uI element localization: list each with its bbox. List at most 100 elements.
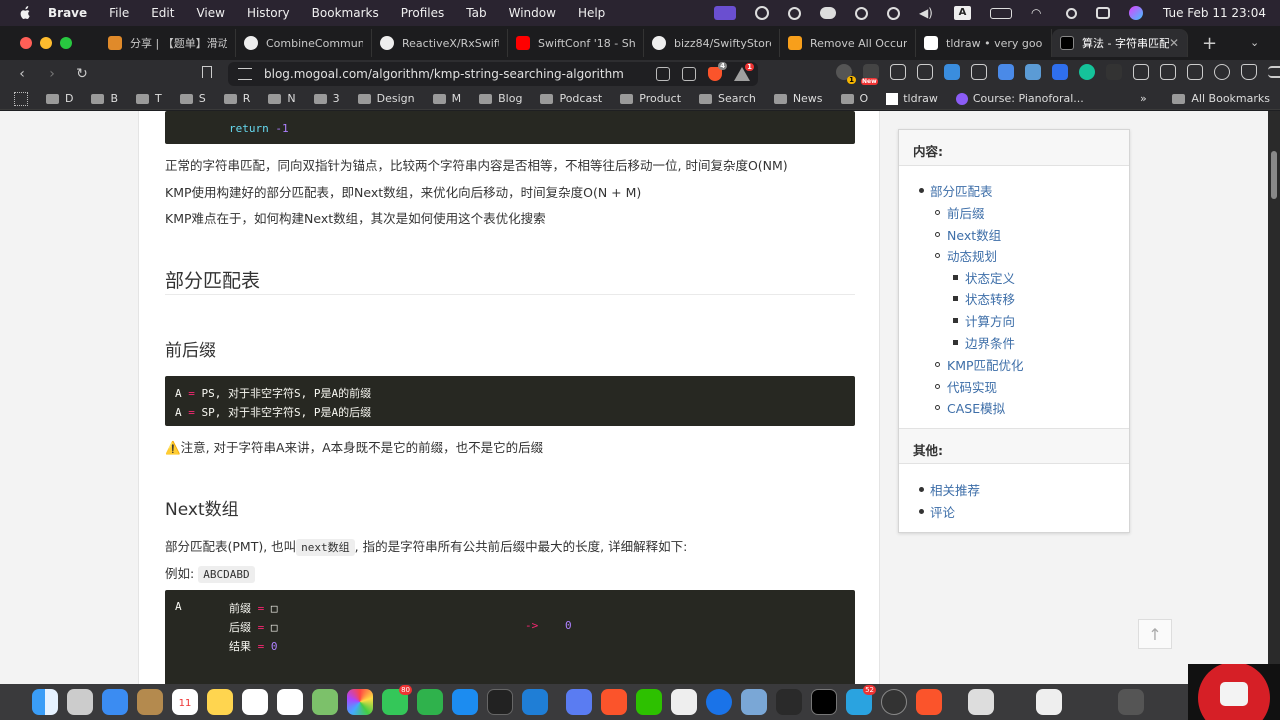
back-icon[interactable]: ‹ — [14, 66, 30, 82]
wallet-icon[interactable] — [1187, 64, 1203, 80]
menu-profiles[interactable]: Profiles — [401, 6, 445, 20]
finder-icon[interactable] — [32, 689, 58, 715]
creative-cloud-icon[interactable] — [754, 6, 769, 20]
messages-icon[interactable]: 80 — [382, 685, 412, 715]
capcut-icon[interactable] — [811, 689, 837, 715]
toc-item-comments[interactable]: 评论 — [930, 502, 955, 521]
reader-mode-icon[interactable] — [656, 67, 670, 81]
menu-edit[interactable]: Edit — [151, 6, 174, 20]
activity-icon[interactable] — [881, 689, 907, 715]
facetime-icon[interactable] — [417, 689, 443, 715]
scrollbar-thumb[interactable] — [1271, 151, 1277, 199]
bookmark-folder-s[interactable]: S — [179, 92, 206, 105]
bookmark-page-icon[interactable] — [202, 66, 212, 78]
calendar-icon[interactable]: 11 — [172, 689, 198, 715]
vscode-icon[interactable] — [522, 689, 548, 715]
tab-share[interactable]: 分享 | 【题单】滑动窗 — [100, 29, 236, 57]
bookmark-tldraw[interactable]: tldraw — [886, 92, 938, 105]
bookmark-folder-3[interactable]: 3 — [313, 92, 340, 105]
siri-icon[interactable] — [1128, 6, 1143, 20]
url-text[interactable]: blog.mogoal.com/algorithm/kmp-string-sea… — [264, 67, 624, 81]
tab-combinecommunity[interactable]: CombineCommunity — [236, 29, 372, 57]
trash-icon[interactable] — [1118, 689, 1144, 715]
bookmark-folder-r[interactable]: R — [223, 92, 250, 105]
location-app-icon[interactable] — [706, 689, 732, 715]
preview-icon[interactable] — [741, 689, 767, 715]
toc-item-case[interactable]: CASE模拟 — [947, 398, 1005, 417]
brave-beta-icon[interactable] — [916, 689, 942, 715]
screen-share-icon[interactable] — [713, 6, 736, 20]
extension-notion-icon[interactable] — [917, 64, 933, 80]
toc-item-kmp-opt[interactable]: KMP匹配优化 — [947, 355, 1024, 374]
toc-item-next-array[interactable]: Next数组 — [947, 225, 1001, 244]
battery-icon[interactable] — [989, 7, 1012, 19]
toc-item-code[interactable]: 代码实现 — [947, 377, 997, 396]
bookmark-folder-m[interactable]: M — [432, 92, 461, 105]
tab-remove-all[interactable]: Remove All Occurre — [780, 29, 916, 57]
extension-flow-icon[interactable] — [944, 64, 960, 80]
close-tab-icon[interactable]: ✕ — [1169, 36, 1179, 50]
app-store-icon[interactable] — [452, 689, 478, 715]
toc-item-boundary[interactable]: 边界条件 — [965, 333, 1015, 352]
toc-item-partial-match[interactable]: 部分匹配表 — [930, 181, 993, 200]
screenshot-icon[interactable] — [968, 689, 994, 715]
extension-k-icon[interactable] — [1052, 64, 1068, 80]
toc-item-direction[interactable]: 计算方向 — [965, 311, 1015, 330]
close-window-button[interactable] — [20, 37, 32, 49]
menu-bookmarks[interactable]: Bookmarks — [312, 6, 379, 20]
maps-icon[interactable] — [312, 689, 338, 715]
bookmark-folder-design[interactable]: Design — [357, 92, 415, 105]
app-menu-brave[interactable]: Brave — [48, 6, 87, 20]
bookmark-folder-d[interactable]: D — [46, 92, 73, 105]
extension-a-icon[interactable]: 1 — [836, 64, 856, 84]
downloads-folder-icon[interactable] — [1036, 689, 1062, 715]
infuse-icon[interactable] — [776, 689, 802, 715]
wifi-icon[interactable]: ◠ — [1031, 6, 1047, 20]
new-tab-button[interactable]: + — [1202, 33, 1217, 54]
arc-icon[interactable] — [566, 689, 592, 715]
scroll-to-top-button[interactable]: ↑ — [1138, 619, 1172, 649]
toc-item-state-def[interactable]: 状态定义 — [965, 268, 1015, 287]
menu-history[interactable]: History — [247, 6, 290, 20]
extension-new-icon[interactable]: New — [861, 64, 879, 85]
bookmark-folder-search[interactable]: Search — [699, 92, 756, 105]
bookmark-folder-product[interactable]: Product — [620, 92, 681, 105]
menu-view[interactable]: View — [196, 6, 224, 20]
leo-ai-icon[interactable] — [1214, 64, 1230, 80]
mail-icon[interactable] — [102, 689, 128, 715]
tab-tldraw[interactable]: tldraw • very good — [916, 29, 1052, 57]
tab-rxswift[interactable]: ReactiveX/RxSwift — [372, 29, 508, 57]
extension-blue-icon[interactable] — [998, 64, 1014, 80]
play-icon[interactable] — [854, 6, 868, 20]
tab-swiftystore[interactable]: bizz84/SwiftyStore — [644, 29, 780, 57]
tab-swiftconf[interactable]: SwiftConf '18 - Sha — [508, 29, 644, 57]
minimize-window-button[interactable] — [40, 37, 52, 49]
toc-item-dp[interactable]: 动态规划 — [947, 246, 997, 265]
tab-kmp-active[interactable]: 算法 - 字符串匹配 ✕ — [1052, 29, 1188, 57]
page-scrollbar[interactable] — [1268, 111, 1280, 684]
extension-screen-icon[interactable] — [971, 64, 987, 80]
sidebar-toggle-icon[interactable] — [1160, 64, 1176, 80]
bookmark-folder-o[interactable]: O — [840, 92, 868, 105]
all-bookmarks-button[interactable]: All Bookmarks — [1172, 92, 1270, 105]
wechat-app-icon[interactable] — [636, 689, 662, 715]
notes-app-icon[interactable] — [137, 689, 163, 715]
brave-icon[interactable] — [601, 689, 627, 715]
bookmark-folder-news[interactable]: News — [773, 92, 823, 105]
forward-icon[interactable]: › — [44, 66, 60, 82]
extensions-puzzle-icon[interactable] — [1133, 64, 1149, 80]
apps-grid-icon[interactable] — [14, 91, 28, 106]
brave-rewards-icon[interactable]: 1 — [734, 63, 754, 81]
bookmark-course[interactable]: Course: Pianoforal... — [955, 92, 1084, 105]
menu-help[interactable]: Help — [578, 6, 605, 20]
play-circle-icon[interactable] — [886, 6, 900, 20]
vpn-icon[interactable] — [1241, 64, 1257, 80]
brave-shields-icon[interactable]: 4 — [708, 62, 727, 81]
zoom-window-button[interactable] — [60, 37, 72, 49]
menu-file[interactable]: File — [109, 6, 129, 20]
share-icon[interactable] — [682, 67, 696, 81]
telegram-icon[interactable]: 52 — [846, 685, 876, 715]
sync-icon[interactable] — [787, 6, 801, 20]
menu-icon[interactable] — [1268, 66, 1280, 78]
bookmark-folder-t[interactable]: T — [136, 92, 162, 105]
